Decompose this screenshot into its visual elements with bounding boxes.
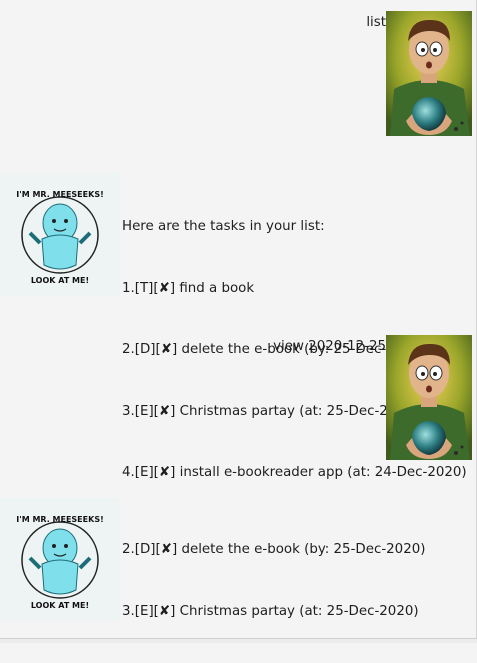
input-area-edge (0, 638, 477, 643)
user-avatar (386, 11, 472, 136)
duke-message-line: 1.[T][✘] find a book (122, 280, 255, 296)
duke-message-line: 3.[E][✘] Christmas partay (at: 25-Dec-20… (122, 603, 419, 619)
duke-message-line: 4.[E][✘] install e-bookreader app (at: 2… (122, 465, 467, 480)
user-avatar (386, 335, 472, 460)
duke-message-line: 2.[D][✘] delete the e-book (by: 25-Dec-2… (122, 542, 426, 557)
user-message-text: list (366, 15, 386, 30)
user-message-text: view 2020-12-25 (273, 339, 386, 354)
duke-avatar: I'M MR. MEESEEKS! LOOK AT ME! (0, 173, 120, 296)
duke-message-line: Here are the tasks in your list: (122, 219, 325, 234)
duke-avatar: I'M MR. MEESEEKS! LOOK AT ME! (0, 498, 120, 621)
dialog-container[interactable]: list I'M MR. MEESEEKS! LOOK AT ME! Here … (0, 0, 477, 642)
duke-badge-bottom-text: LOOK AT ME! (31, 601, 89, 610)
duke-badge-top-text: I'M MR. MEESEEKS! (16, 515, 103, 524)
duke-badge-bottom-text: LOOK AT ME! (31, 276, 89, 285)
duke-badge-top-text: I'M MR. MEESEEKS! (16, 190, 103, 199)
